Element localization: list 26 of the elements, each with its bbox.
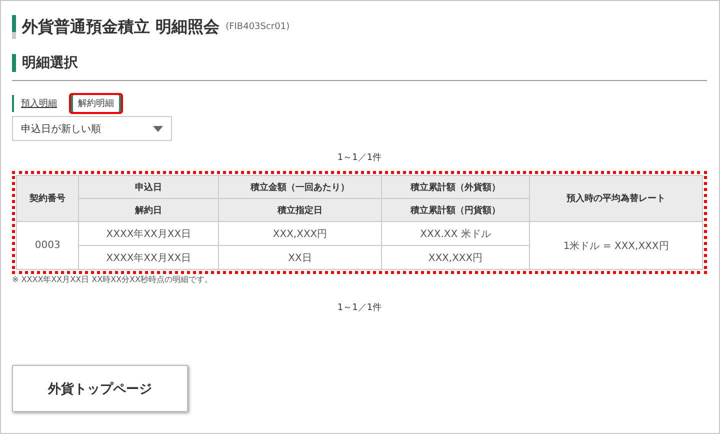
sort-dropdown[interactable]: 申込日が新しい順 [12,116,172,141]
table-cell: XX日 [218,246,382,270]
table-cell: XXX,XXX円 [381,246,530,270]
column-header: 積立累計額（外貨額） [381,176,530,198]
screen-id: (FIB403Scr01) [226,22,290,32]
caret-icon [153,126,163,132]
column-header: 解約日 [78,198,219,222]
column-header: 契約番号 [16,176,79,222]
heading-bar-icon [12,15,16,39]
column-header: 積立累計額（円貨額） [381,198,530,222]
table-cell: XXXX年XX月XX日 [78,246,219,270]
footnote: ※ XXXX年XX月XX日 XX時XX分XX秒時点の明細です。 [12,274,214,285]
page-title: 外貨普通預金積立 明細照会 [22,16,220,38]
back-button[interactable]: 外貨トップページ [12,365,188,412]
heading-bar-icon [12,54,16,72]
column-header: 預入時の平均為替レート [530,176,702,222]
section-heading: 明細選択 [22,54,78,72]
table-cell: 1米ドル = XXX,XXX円 [530,222,702,270]
result-count: 1～1／1件 [336,152,383,165]
tab[interactable]: 預入明細 [12,95,65,112]
column-header: 申込日 [78,176,219,198]
result-count: 1～1／1件 [336,302,383,315]
column-header: 積立指定日 [218,198,382,222]
table-cell: 0003 [16,222,79,270]
tab[interactable]: 解約明細 [69,93,123,114]
column-header: 積立金額（一回あたり） [218,176,382,198]
